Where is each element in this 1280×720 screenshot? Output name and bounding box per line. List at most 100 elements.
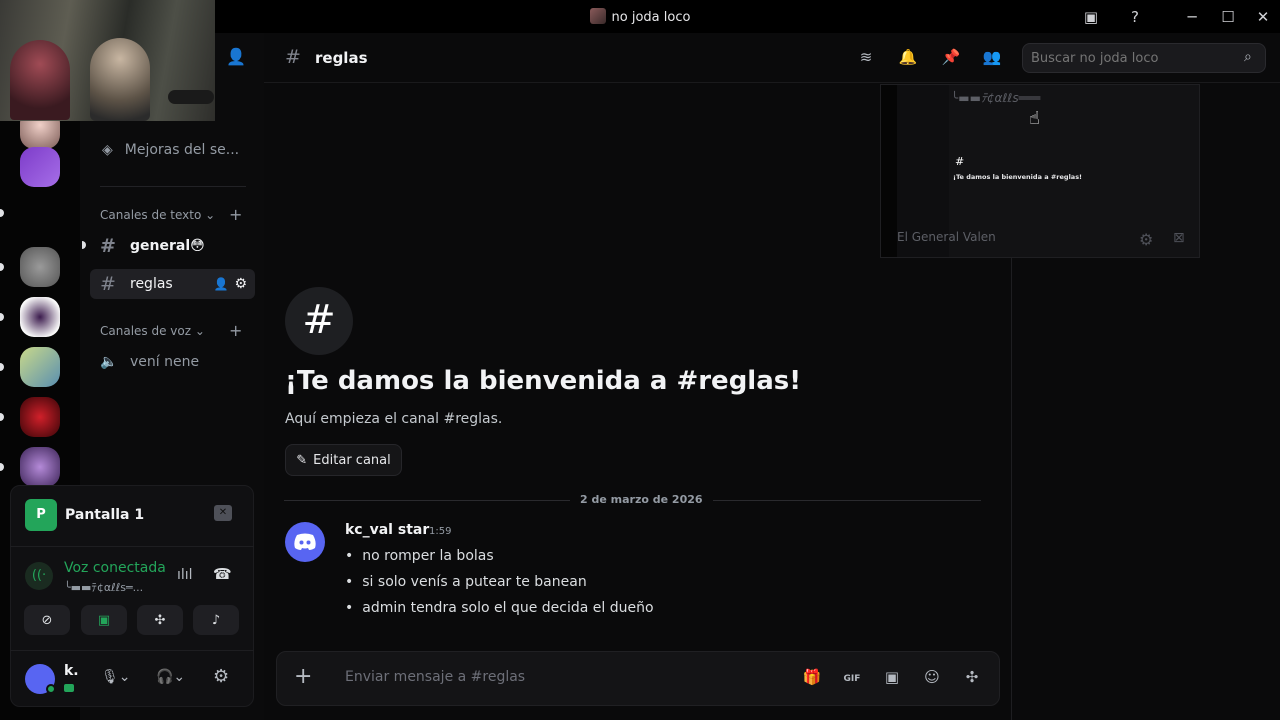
attach-icon[interactable]: + bbox=[294, 664, 312, 689]
preview-ghost-name: El General Valen bbox=[897, 230, 996, 244]
hash-icon: # bbox=[100, 273, 116, 295]
message-timestamp: 1:59 bbox=[429, 526, 452, 537]
channel-hash-icon: # bbox=[285, 287, 353, 355]
message-author[interactable]: kc_val star bbox=[345, 522, 429, 538]
preview-ghost-text: ╰▬▬ﾃ¢αℓℓѕ═══ bbox=[951, 91, 1041, 105]
camera-toggle-button[interactable]: ⊘ bbox=[24, 605, 70, 635]
emoji: 😳 bbox=[190, 238, 205, 254]
username[interactable]: k. bbox=[64, 663, 79, 679]
server-icon[interactable] bbox=[20, 347, 60, 387]
pencil-icon: ✎ bbox=[296, 452, 308, 468]
close-button[interactable]: ✕ bbox=[1252, 6, 1274, 28]
screen-share-preview[interactable]: # ¡Te damos la bienvenida a #reglas! ╰▬▬… bbox=[880, 84, 1200, 258]
hash-icon: # bbox=[100, 235, 116, 257]
unread-indicator bbox=[0, 463, 4, 471]
preview-server-rail bbox=[881, 85, 897, 257]
invite-icon[interactable]: 👤 bbox=[226, 47, 250, 71]
unread-indicator bbox=[0, 313, 4, 321]
sidebar-item-general[interactable]: # general 😳 bbox=[90, 231, 255, 261]
welcome-title: ¡Te damos la bienvenida a #reglas! bbox=[285, 366, 802, 396]
soundboard-button[interactable]: ♪ bbox=[193, 605, 239, 635]
inbox-icon[interactable]: ▣ bbox=[1080, 6, 1102, 28]
disconnect-icon[interactable]: ☎ bbox=[213, 565, 232, 583]
server-icon[interactable] bbox=[20, 397, 60, 437]
hash-icon: # bbox=[285, 46, 301, 68]
member-list-icon[interactable]: 👥 bbox=[982, 48, 1002, 68]
add-channel-icon[interactable]: + bbox=[229, 321, 242, 340]
sticker-icon[interactable]: ▣ bbox=[881, 668, 903, 690]
invite-icon[interactable]: 👤 bbox=[213, 277, 228, 291]
screen-share-icon: ▣ bbox=[97, 612, 111, 628]
list-item: no romper la bolas bbox=[345, 548, 493, 564]
person-image bbox=[10, 40, 70, 120]
connection-icon[interactable]: ((· bbox=[25, 562, 53, 590]
status-indicator bbox=[46, 684, 56, 694]
unread-indicator bbox=[0, 263, 4, 271]
gift-icon[interactable]: 🎁 bbox=[801, 668, 823, 690]
gear-icon[interactable]: ⚙ bbox=[234, 276, 247, 292]
server-icon[interactable] bbox=[20, 447, 60, 487]
screen-label: Pantalla 1 bbox=[65, 507, 145, 523]
date-divider-label: 2 de marzo de 2026 bbox=[570, 493, 713, 506]
add-channel-icon[interactable]: + bbox=[229, 205, 242, 224]
divider bbox=[10, 546, 254, 547]
headphones-icon[interactable]: 🎧⌄ bbox=[156, 669, 185, 685]
list-item: si solo venís a putear te banean bbox=[345, 574, 586, 590]
activities-icon: ✣ bbox=[154, 612, 166, 628]
threads-icon[interactable]: ≋ bbox=[856, 48, 876, 68]
sidebar-item-reglas[interactable]: # reglas 👤 ⚙ bbox=[90, 269, 255, 299]
soundboard-icon: ♪ bbox=[211, 612, 221, 628]
voice-channel-line[interactable]: ╰▬▬ﾃ¢αℓℓѕ═... bbox=[64, 579, 143, 595]
help-icon[interactable]: ? bbox=[1124, 6, 1146, 28]
settings-icon: ⚙ bbox=[1139, 230, 1154, 249]
gif-icon[interactable]: GIF bbox=[841, 668, 863, 690]
boost-item[interactable]: ◈ Mejoras del se... bbox=[102, 142, 239, 158]
voice-status[interactable]: Voz conectada bbox=[64, 560, 166, 576]
chevron-down-icon: ⌄ bbox=[205, 208, 216, 222]
server-icon[interactable] bbox=[20, 147, 60, 187]
stop-share-icon[interactable]: ✕ bbox=[214, 505, 232, 521]
chevron-down-icon: ⌄ bbox=[194, 324, 205, 338]
list-item: admin tendra solo el que decida el dueño bbox=[345, 600, 653, 616]
channel-title: reglas bbox=[315, 49, 368, 67]
game-badge-icon bbox=[64, 684, 74, 692]
pin-icon[interactable]: 📌 bbox=[941, 48, 961, 68]
divider bbox=[10, 650, 254, 651]
speaker-icon: 🔈 bbox=[100, 354, 118, 370]
screen-share-icon: P bbox=[25, 499, 57, 531]
minimize-button[interactable]: ─ bbox=[1181, 6, 1203, 28]
server-icon bbox=[589, 8, 606, 24]
unread-indicator bbox=[0, 413, 4, 421]
bell-icon[interactable]: 🔔 bbox=[898, 48, 918, 68]
boost-icon: ◈ bbox=[102, 142, 113, 158]
avatar[interactable] bbox=[285, 522, 325, 562]
apps-icon[interactable]: ✣ bbox=[961, 668, 983, 690]
microphone-icon[interactable]: 🎙⌄ bbox=[101, 669, 131, 685]
message-input[interactable]: Enviar mensaje a #reglas bbox=[345, 669, 525, 685]
noise-suppression-icon[interactable]: ılıl bbox=[177, 567, 193, 583]
voice-category[interactable]: Canales de voz ⌄ bbox=[100, 324, 205, 338]
sidebar-item-voice[interactable]: 🔈 vení nene bbox=[90, 347, 255, 377]
camera-off-icon: ⊘ bbox=[41, 612, 53, 628]
divider bbox=[100, 186, 246, 187]
discord-logo-icon bbox=[294, 533, 316, 550]
unread-indicator bbox=[0, 209, 4, 217]
preview-title: ¡Te damos la bienvenida a #reglas! bbox=[953, 173, 1083, 181]
unread-indicator bbox=[0, 363, 4, 371]
edit-channel-button[interactable]: ✎ Editar canal bbox=[285, 444, 402, 476]
server-icon[interactable] bbox=[20, 297, 60, 337]
person-image bbox=[90, 38, 150, 121]
user-settings-icon[interactable]: ⚙ bbox=[213, 666, 229, 687]
maximize-button[interactable]: ☐ bbox=[1217, 6, 1239, 28]
emoji-icon[interactable]: ☺ bbox=[921, 668, 943, 690]
text-category[interactable]: Canales de texto ⌄ bbox=[100, 208, 215, 222]
microphone-image bbox=[168, 90, 214, 104]
hand-cursor-icon: ☝ bbox=[1029, 108, 1040, 129]
activities-button[interactable]: ✣ bbox=[137, 605, 183, 635]
webcam-overlay bbox=[0, 0, 215, 121]
preview-hash-icon: # bbox=[955, 155, 965, 168]
welcome-subtitle: Aquí empieza el canal #reglas. bbox=[285, 411, 503, 427]
search-input[interactable] bbox=[1022, 43, 1266, 73]
screen-share-button[interactable]: ▣ bbox=[81, 605, 127, 635]
server-icon[interactable] bbox=[20, 247, 60, 287]
